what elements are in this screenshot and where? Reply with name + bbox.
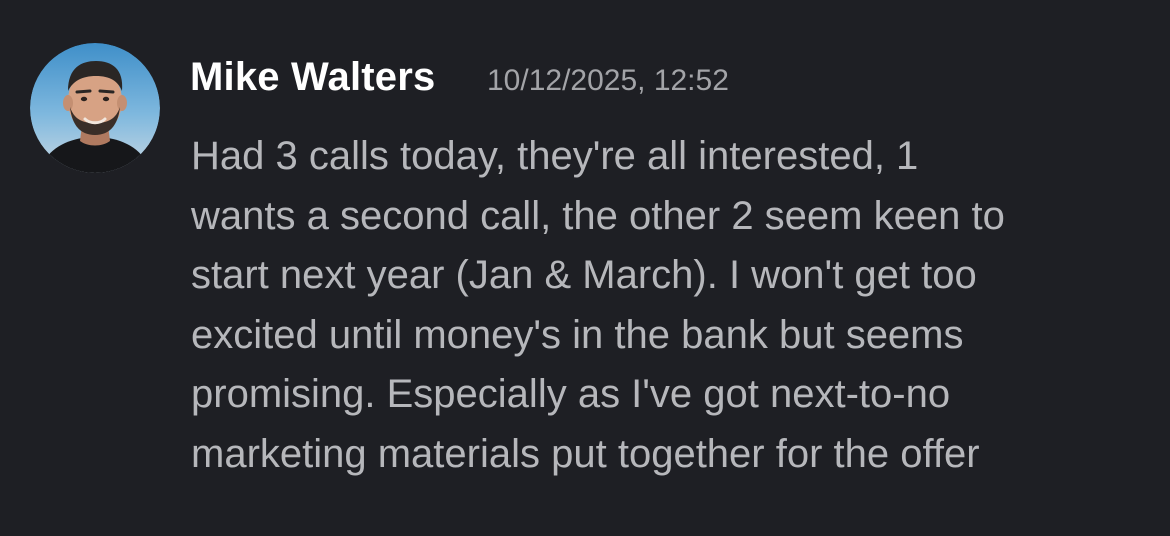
avatar[interactable] — [30, 43, 160, 173]
message-line: excited until money's in the bank but se… — [191, 312, 964, 357]
author-name[interactable]: Mike Walters — [190, 52, 435, 102]
message-line: promising. Especially as I've got next-t… — [191, 372, 951, 416]
message-line: wants a second call, the other 2 seem ke… — [191, 193, 1005, 238]
message-line: start next year (Jan & March). I won't g… — [191, 253, 977, 297]
message-line: marketing materials put together for the… — [191, 431, 980, 476]
message-line: Had 3 calls today, they're all intereste… — [191, 134, 919, 178]
message-timestamp: 10/12/2025, 12:52 — [487, 64, 729, 97]
message-body: Had 3 calls today, they're all intereste… — [191, 127, 1151, 484]
chat-message: Mike Walters 10/12/2025, 12:52 Had 3 cal… — [0, 0, 1170, 536]
user-avatar-photo — [30, 43, 160, 173]
